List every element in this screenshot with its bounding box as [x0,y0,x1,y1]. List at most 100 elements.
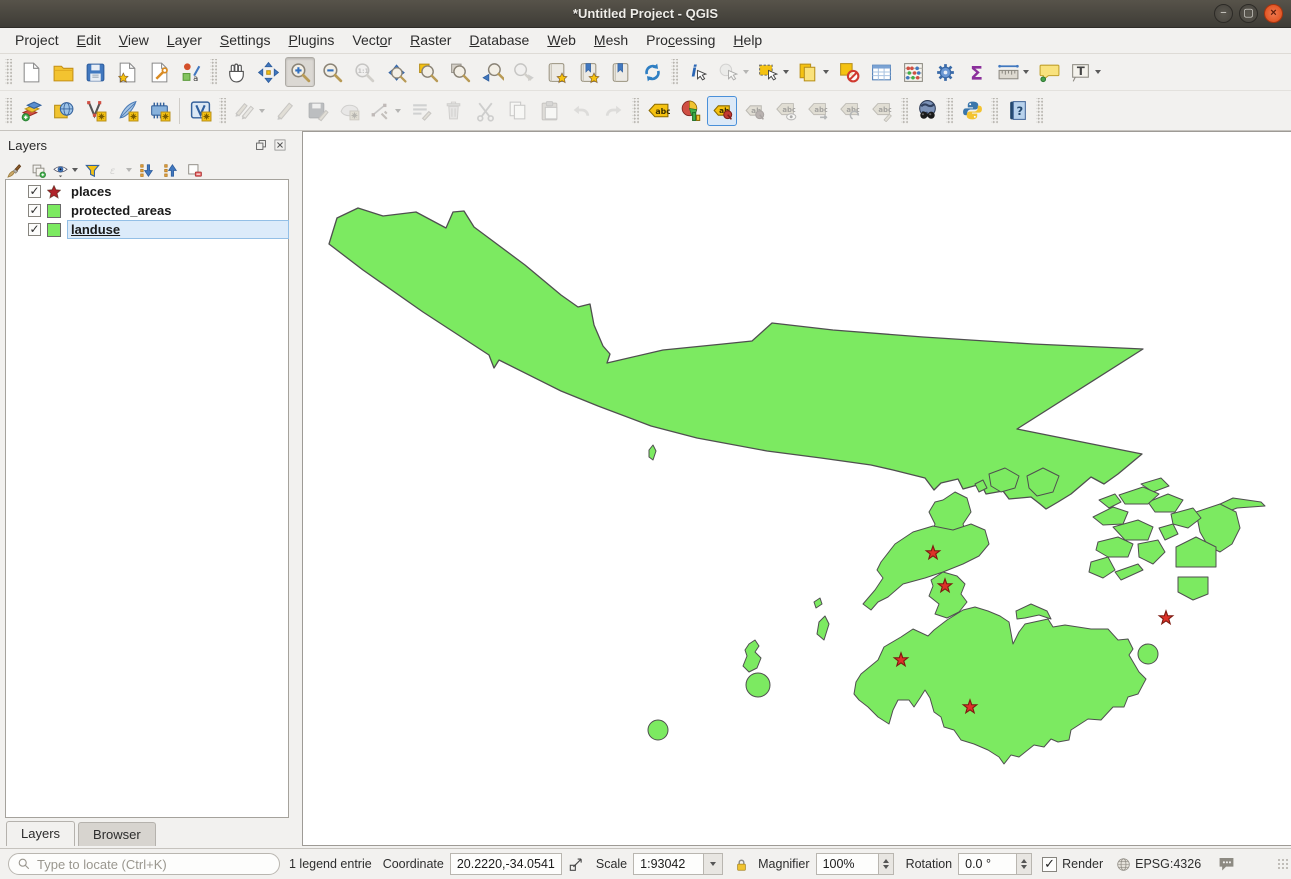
toolbar-grip[interactable] [901,98,908,124]
field-calculator-button[interactable] [898,57,928,87]
pan-to-selection-button[interactable] [253,57,283,87]
layer-item-landuse[interactable]: ✓landuse [6,220,288,239]
layer-item-protected_areas[interactable]: ✓ protected_areas [6,201,288,220]
zoom-to-layer-button[interactable] [445,57,475,87]
zoom-native-button[interactable] [349,57,379,87]
new-project-button[interactable] [16,57,46,87]
modify-attributes-button[interactable] [406,96,436,126]
manage-map-themes-button[interactable] [51,159,79,181]
zoom-full-button[interactable] [381,57,411,87]
dropdown-arrow-icon[interactable] [259,109,265,113]
render-checkbox[interactable]: ✓ [1042,857,1057,872]
new-print-layout-button[interactable] [112,57,142,87]
python-console-button[interactable] [957,96,987,126]
panel-splitter[interactable] [293,131,302,848]
layer-diagram-options-button[interactable] [675,96,705,126]
select-features-by-value-button[interactable] [794,57,832,87]
zoom-last-button[interactable] [477,57,507,87]
filter-legend-button[interactable] [81,159,103,181]
maximize-button[interactable]: ▢ [1239,4,1258,23]
select-features-button[interactable] [754,57,792,87]
layer-item-places[interactable]: ✓ places [6,182,288,201]
toolbar-grip[interactable] [671,59,678,85]
text-annotation-button[interactable] [1066,57,1104,87]
dropdown-arrow-icon[interactable] [1095,70,1101,74]
filter-by-expression-button[interactable] [105,159,133,181]
delete-selected-button[interactable] [438,96,468,126]
style-manager-button[interactable] [176,57,206,87]
dropdown-arrow-icon[interactable] [395,109,401,113]
dropdown-arrow-icon[interactable] [783,70,789,74]
resize-grip[interactable] [1277,858,1289,870]
change-label-button[interactable] [867,96,897,126]
zoom-next-button[interactable] [509,57,539,87]
show-spatial-bookmarks-button[interactable] [573,57,603,87]
toolbar-grip[interactable] [5,98,12,124]
scale-dropdown-icon[interactable] [703,853,723,875]
save-layer-edits-button[interactable] [302,96,332,126]
pan-map-button[interactable] [221,57,251,87]
toolbar-grip[interactable] [210,59,217,85]
float-panel-button[interactable] [254,138,268,152]
dropdown-arrow-icon[interactable] [72,168,78,172]
layer-name[interactable]: protected_areas [68,202,288,219]
redo-button[interactable] [598,96,628,126]
statistical-summary-button[interactable] [962,57,992,87]
lock-scale-icon[interactable] [733,856,750,873]
new-spatialite-layer-button[interactable] [144,96,174,126]
minimize-button[interactable]: − [1214,4,1233,23]
menu-layer[interactable]: Layer [158,28,211,53]
collapse-all-button[interactable] [159,159,181,181]
toolbar-grip[interactable] [946,98,953,124]
title-bar[interactable]: *Untitled Project - QGIS −▢× [0,0,1291,28]
dropdown-arrow-icon[interactable] [743,70,749,74]
menu-web[interactable]: Web [538,28,585,53]
menu-project[interactable]: Project [6,28,68,53]
show-bookmark-manager-button[interactable] [605,57,635,87]
layer-checkbox[interactable]: ✓ [28,204,41,217]
menu-processing[interactable]: Processing [637,28,724,53]
dropdown-arrow-icon[interactable] [126,168,132,172]
rotation-spin-buttons[interactable] [1016,853,1032,875]
vertex-tool-button[interactable] [366,96,404,126]
highlight-pinned-labels-button[interactable] [707,96,737,126]
layer-tree[interactable]: ✓ places ✓ protected_areas✓landuse [5,179,289,818]
zoom-to-selection-button[interactable] [413,57,443,87]
menu-plugins[interactable]: Plugins [279,28,343,53]
menu-edit[interactable]: Edit [68,28,110,53]
refresh-map-button[interactable] [637,57,667,87]
menu-view[interactable]: View [110,28,158,53]
zoom-in-button[interactable] [285,57,315,87]
show-layout-manager-button[interactable] [144,57,174,87]
tab-layers[interactable]: Layers [6,821,75,846]
toggle-editing-button[interactable] [270,96,300,126]
dropdown-arrow-icon[interactable] [823,70,829,74]
new-virtual-layer-button[interactable] [185,96,215,126]
open-attribute-table-button[interactable] [866,57,896,87]
menu-settings[interactable]: Settings [211,28,280,53]
menu-mesh[interactable]: Mesh [585,28,637,53]
processing-toolbox-button[interactable] [930,57,960,87]
menu-vector[interactable]: Vector [343,28,401,53]
new-geopackage-layer-button[interactable] [112,96,142,126]
toolbar-grip[interactable] [1036,98,1043,124]
magnifier-spinner[interactable]: 100% [816,853,894,875]
close-panel-button[interactable] [273,138,287,152]
move-label-button[interactable] [803,96,833,126]
expand-all-button[interactable] [135,159,157,181]
extents-icon[interactable] [568,856,585,873]
layer-checkbox[interactable]: ✓ [28,185,41,198]
add-group-button[interactable] [27,159,49,181]
paste-features-button[interactable] [534,96,564,126]
toolbar-grip[interactable] [991,98,998,124]
rotate-label-button[interactable] [835,96,865,126]
current-edits-button[interactable] [230,96,268,126]
new-spatial-bookmark-button[interactable] [541,57,571,87]
add-polygon-feature-button[interactable] [334,96,364,126]
zoom-out-button[interactable] [317,57,347,87]
crs-status-button[interactable]: EPSG:4326 [1135,857,1201,871]
toolbar-grip[interactable] [5,59,12,85]
layer-name[interactable]: places [68,183,288,200]
dropdown-arrow-icon[interactable] [1023,70,1029,74]
magnifier-spin-buttons[interactable] [878,853,894,875]
